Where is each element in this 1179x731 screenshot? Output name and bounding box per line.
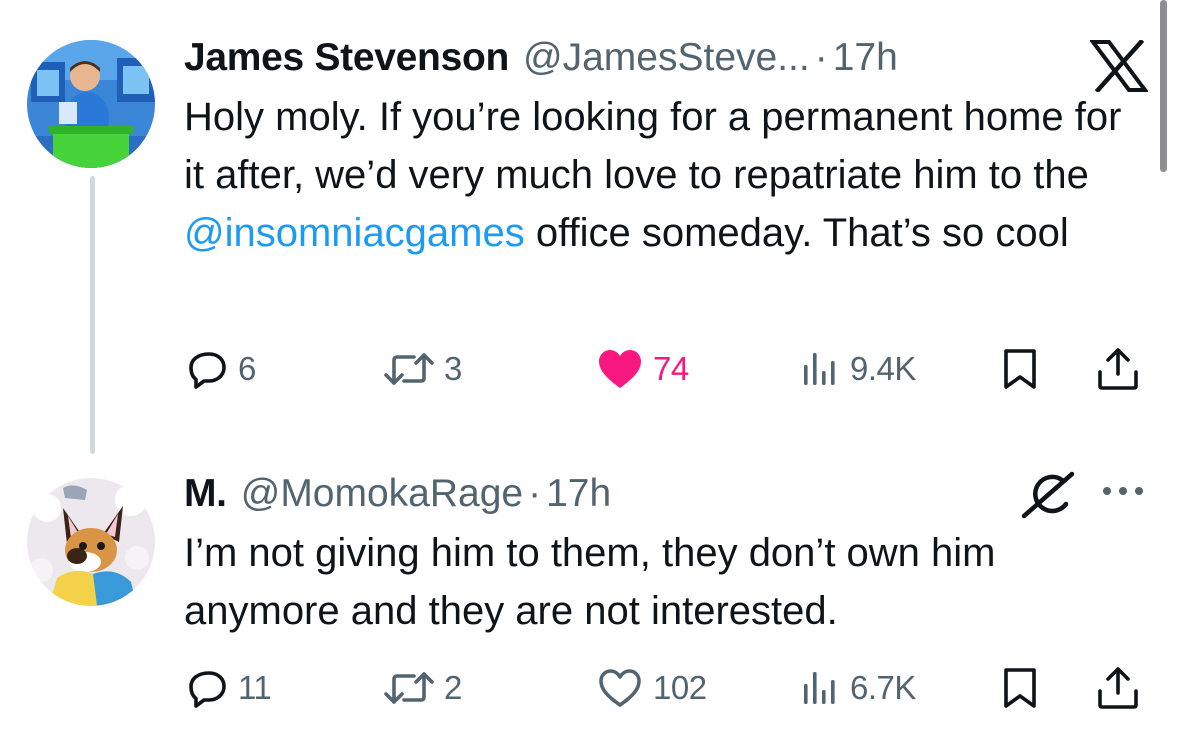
tweet-text: Holy moly. If you’re looking for a perma… [184,88,1144,262]
bookmark-icon [1004,668,1036,708]
views-count: 9.4K [850,350,916,387]
timestamp[interactable]: 17h [833,36,898,80]
reply-count: 6 [238,350,256,387]
repost-icon [384,353,434,385]
like-button[interactable]: 102 [597,663,707,713]
tweet-actions: 6 3 74 9.4K [0,344,1179,394]
bookmark-button[interactable] [1000,663,1040,713]
reply-button[interactable]: 6 [188,344,256,394]
heart-outline-icon [599,669,641,707]
bookmark-button[interactable] [1000,344,1040,394]
avatar[interactable] [27,478,155,606]
grok-icon[interactable] [1018,470,1080,520]
more-icon[interactable] [1100,482,1146,500]
reply-icon [189,352,226,389]
separator-dot: · [814,36,828,79]
repost-button[interactable]: 2 [384,663,462,713]
share-icon [1098,667,1138,709]
share-icon [1098,348,1138,390]
tweet-text-start: Holy moly. If you’re looking for a perma… [184,95,1122,197]
tweet-header: James Stevenson @JamesSteve... · 17h [184,36,898,80]
share-button[interactable] [1096,344,1140,394]
reply-button[interactable]: 11 [188,663,272,713]
author-name[interactable]: James Stevenson [184,36,509,80]
reply-icon [189,671,226,708]
thread-connector-line [90,176,95,454]
scrollbar[interactable] [1160,0,1167,172]
share-button[interactable] [1096,663,1140,713]
tweet-text-end: office someday. That’s so cool [524,211,1069,255]
bookmark-icon [1004,349,1036,389]
views-button[interactable]: 6.7K [800,663,916,713]
repost-count: 3 [444,350,462,387]
repost-icon [384,672,434,704]
x-logo-icon [1089,38,1149,94]
like-count: 74 [653,350,689,387]
views-count: 6.7K [850,669,916,706]
author-handle[interactable]: @MomokaRage [241,472,523,516]
views-button[interactable]: 9.4K [800,344,916,394]
avatar[interactable] [27,40,155,168]
tweet-text: I’m not giving him to them, they don’t o… [184,531,996,633]
tweet-header: M. @MomokaRage · 17h [184,472,611,516]
like-button[interactable]: 74 [597,344,689,394]
author-name[interactable]: M. [184,472,227,516]
repost-count: 2 [444,669,462,706]
separator-dot: · [528,472,542,515]
heart-filled-icon [599,350,641,388]
views-chart-icon [804,353,835,385]
mention-link[interactable]: @insomniacgames [184,211,525,255]
author-handle[interactable]: @JamesSteve... [523,36,810,80]
timestamp[interactable]: 17h [546,472,611,516]
reply-count: 11 [238,669,272,706]
repost-button[interactable]: 3 [384,344,462,394]
views-chart-icon [804,672,835,704]
like-count: 102 [653,669,707,706]
tweet-actions: 11 2 102 6.7K [0,663,1179,713]
